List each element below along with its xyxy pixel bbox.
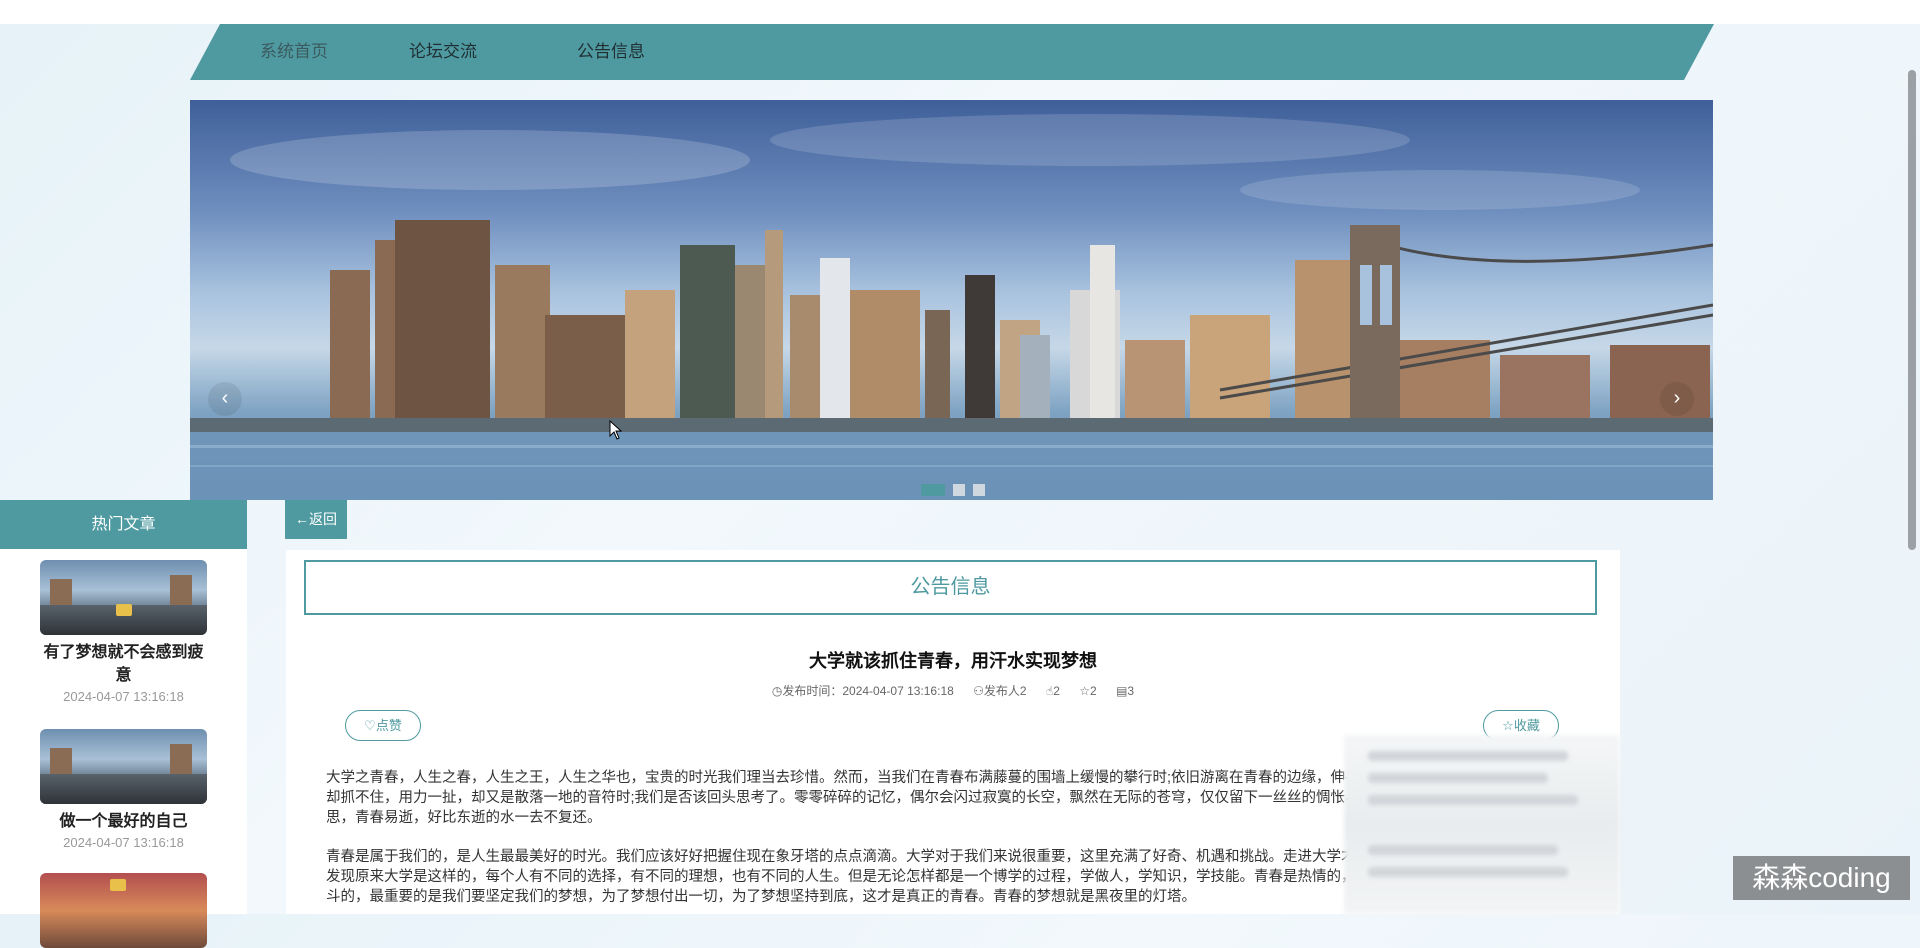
heart-icon: ♡ [364, 718, 376, 733]
comment-icon: ▤ [1116, 684, 1128, 698]
watermark: 森森coding [1733, 856, 1910, 900]
hot-article-card[interactable] [40, 873, 207, 948]
back-button[interactable]: ←返回 [285, 500, 347, 539]
nav-item-notice[interactable]: 公告信息 [577, 24, 645, 80]
hot-articles-header: 热门文章 [0, 500, 247, 549]
like-count: ☝2 [1045, 684, 1060, 698]
section-title: 公告信息 [304, 560, 1597, 615]
hot-article-card[interactable]: 做一个最好的自己 2024-04-07 13:16:18 [40, 729, 207, 850]
star-icon: ☆ [1079, 684, 1091, 698]
nav-item-home[interactable]: 系统首页 [260, 24, 328, 80]
blurred-region [1344, 735, 1620, 914]
carousel-dot-2[interactable] [953, 484, 965, 496]
publisher: ⚇发布人2 [973, 684, 1027, 698]
article-thumbnail [40, 560, 207, 635]
article-thumbnail [40, 873, 207, 948]
carousel-dot-3[interactable] [973, 484, 985, 496]
article-title: 大学就该抓住青春，用汗水实现梦想 [809, 651, 1097, 671]
carousel-dot-1[interactable] [921, 484, 945, 496]
clock-icon: ◷ [771, 684, 783, 698]
hot-article-date: 2024-04-07 13:16:18 [63, 835, 184, 850]
nav-item-forum[interactable]: 论坛交流 [409, 24, 477, 80]
top-strip [0, 0, 1920, 24]
publish-time: ◷发布时间：2024-04-07 13:16:18 [771, 684, 954, 698]
mouse-cursor-icon [609, 420, 623, 440]
hot-article-date: 2024-04-07 13:16:18 [63, 689, 184, 704]
comment-count: ▤3 [1116, 684, 1135, 698]
hot-article-title[interactable]: 做一个最好的自己 [40, 810, 207, 833]
carousel-next-button[interactable]: › [1660, 382, 1694, 416]
scrollbar-thumb[interactable] [1908, 70, 1916, 550]
user-icon: ⚇ [973, 684, 984, 698]
notice-detail-panel: 公告信息 大学就该抓住青春，用汗水实现梦想 ◷发布时间：2024-04-07 1… [286, 550, 1620, 914]
article-meta: ◷发布时间：2024-04-07 13:16:18 ⚇发布人2 ☝2 ☆2 ▤3 [286, 682, 1620, 699]
article-paragraph: 青春是属于我们的，是人生最最美好的时光。我们应该好好把握住现在象牙塔的点点滴滴。… [326, 849, 1385, 905]
like-button[interactable]: ♡点赞 [345, 710, 421, 741]
hot-article-card[interactable]: 有了梦想就不会感到疲意 2024-04-07 13:16:18 [40, 560, 207, 704]
hot-articles-panel: 有了梦想就不会感到疲意 2024-04-07 13:16:18 做一个最好的自己… [0, 549, 247, 948]
main-nav: 系统首页 论坛交流 公告信息 [190, 24, 1714, 80]
article-thumbnail [40, 729, 207, 804]
carousel-prev-button[interactable]: ‹ [208, 382, 242, 416]
hot-article-title[interactable]: 有了梦想就不会感到疲意 [40, 641, 207, 687]
star-icon: ☆ [1502, 718, 1514, 733]
city-skyline-image [190, 114, 1713, 500]
article-paragraph: 大学之青春，人生之春，人生之王，人生之华也，宝贵的时光我们理当去珍惜。然而，当我… [326, 770, 1375, 826]
banner-carousel[interactable]: ‹ › [190, 100, 1713, 500]
favorite-count: ☆2 [1079, 684, 1097, 698]
